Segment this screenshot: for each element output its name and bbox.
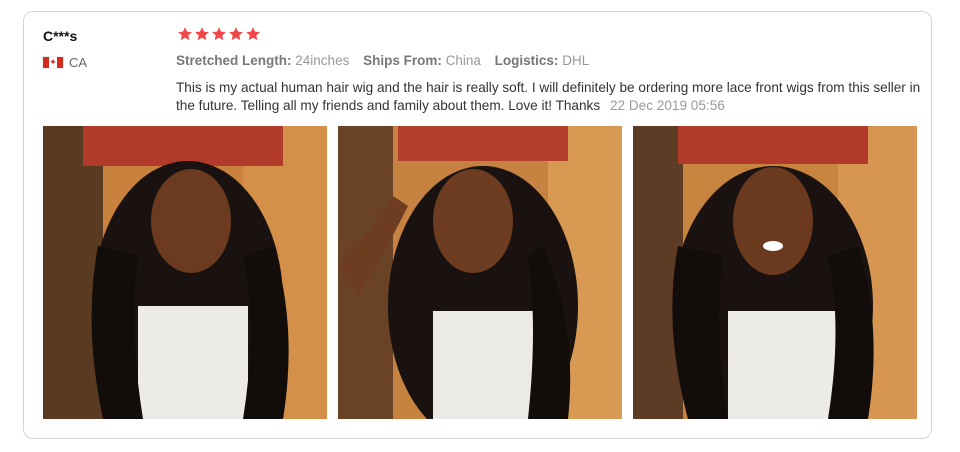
attr-key-ships-from: Ships From: — [363, 53, 442, 68]
star-icon — [246, 27, 260, 41]
attr-key-length: Stretched Length: — [176, 53, 292, 68]
review-photo-3[interactable] — [633, 126, 917, 419]
star-rating — [177, 26, 261, 42]
star-icon — [229, 27, 243, 41]
review-photo-1[interactable] — [43, 126, 327, 419]
attr-value-length: 24inches — [295, 53, 350, 68]
review-text-block: This is my actual human hair wig and the… — [176, 79, 924, 115]
country-code: CA — [69, 55, 88, 70]
review-photo-2[interactable] — [338, 126, 622, 419]
attr-value-logistics: DHL — [562, 53, 590, 68]
review-date: 22 Dec 2019 05:56 — [609, 98, 725, 113]
review-card: C***s ✦ CA Stretched Length: 24inches Sh… — [23, 11, 932, 439]
reviewer-country: ✦ CA — [42, 55, 87, 70]
star-icon — [212, 27, 226, 41]
canada-flag-icon: ✦ — [42, 56, 64, 69]
star-icon — [178, 27, 192, 41]
review-text: This is my actual human hair wig and the… — [176, 80, 921, 113]
star-icon — [195, 27, 209, 41]
attr-value-ships-from: China — [445, 53, 481, 68]
attr-key-logistics: Logistics: — [494, 53, 559, 68]
order-attributes: Stretched Length: 24inches Ships From: C… — [176, 53, 589, 68]
reviewer-name: C***s — [43, 28, 78, 44]
